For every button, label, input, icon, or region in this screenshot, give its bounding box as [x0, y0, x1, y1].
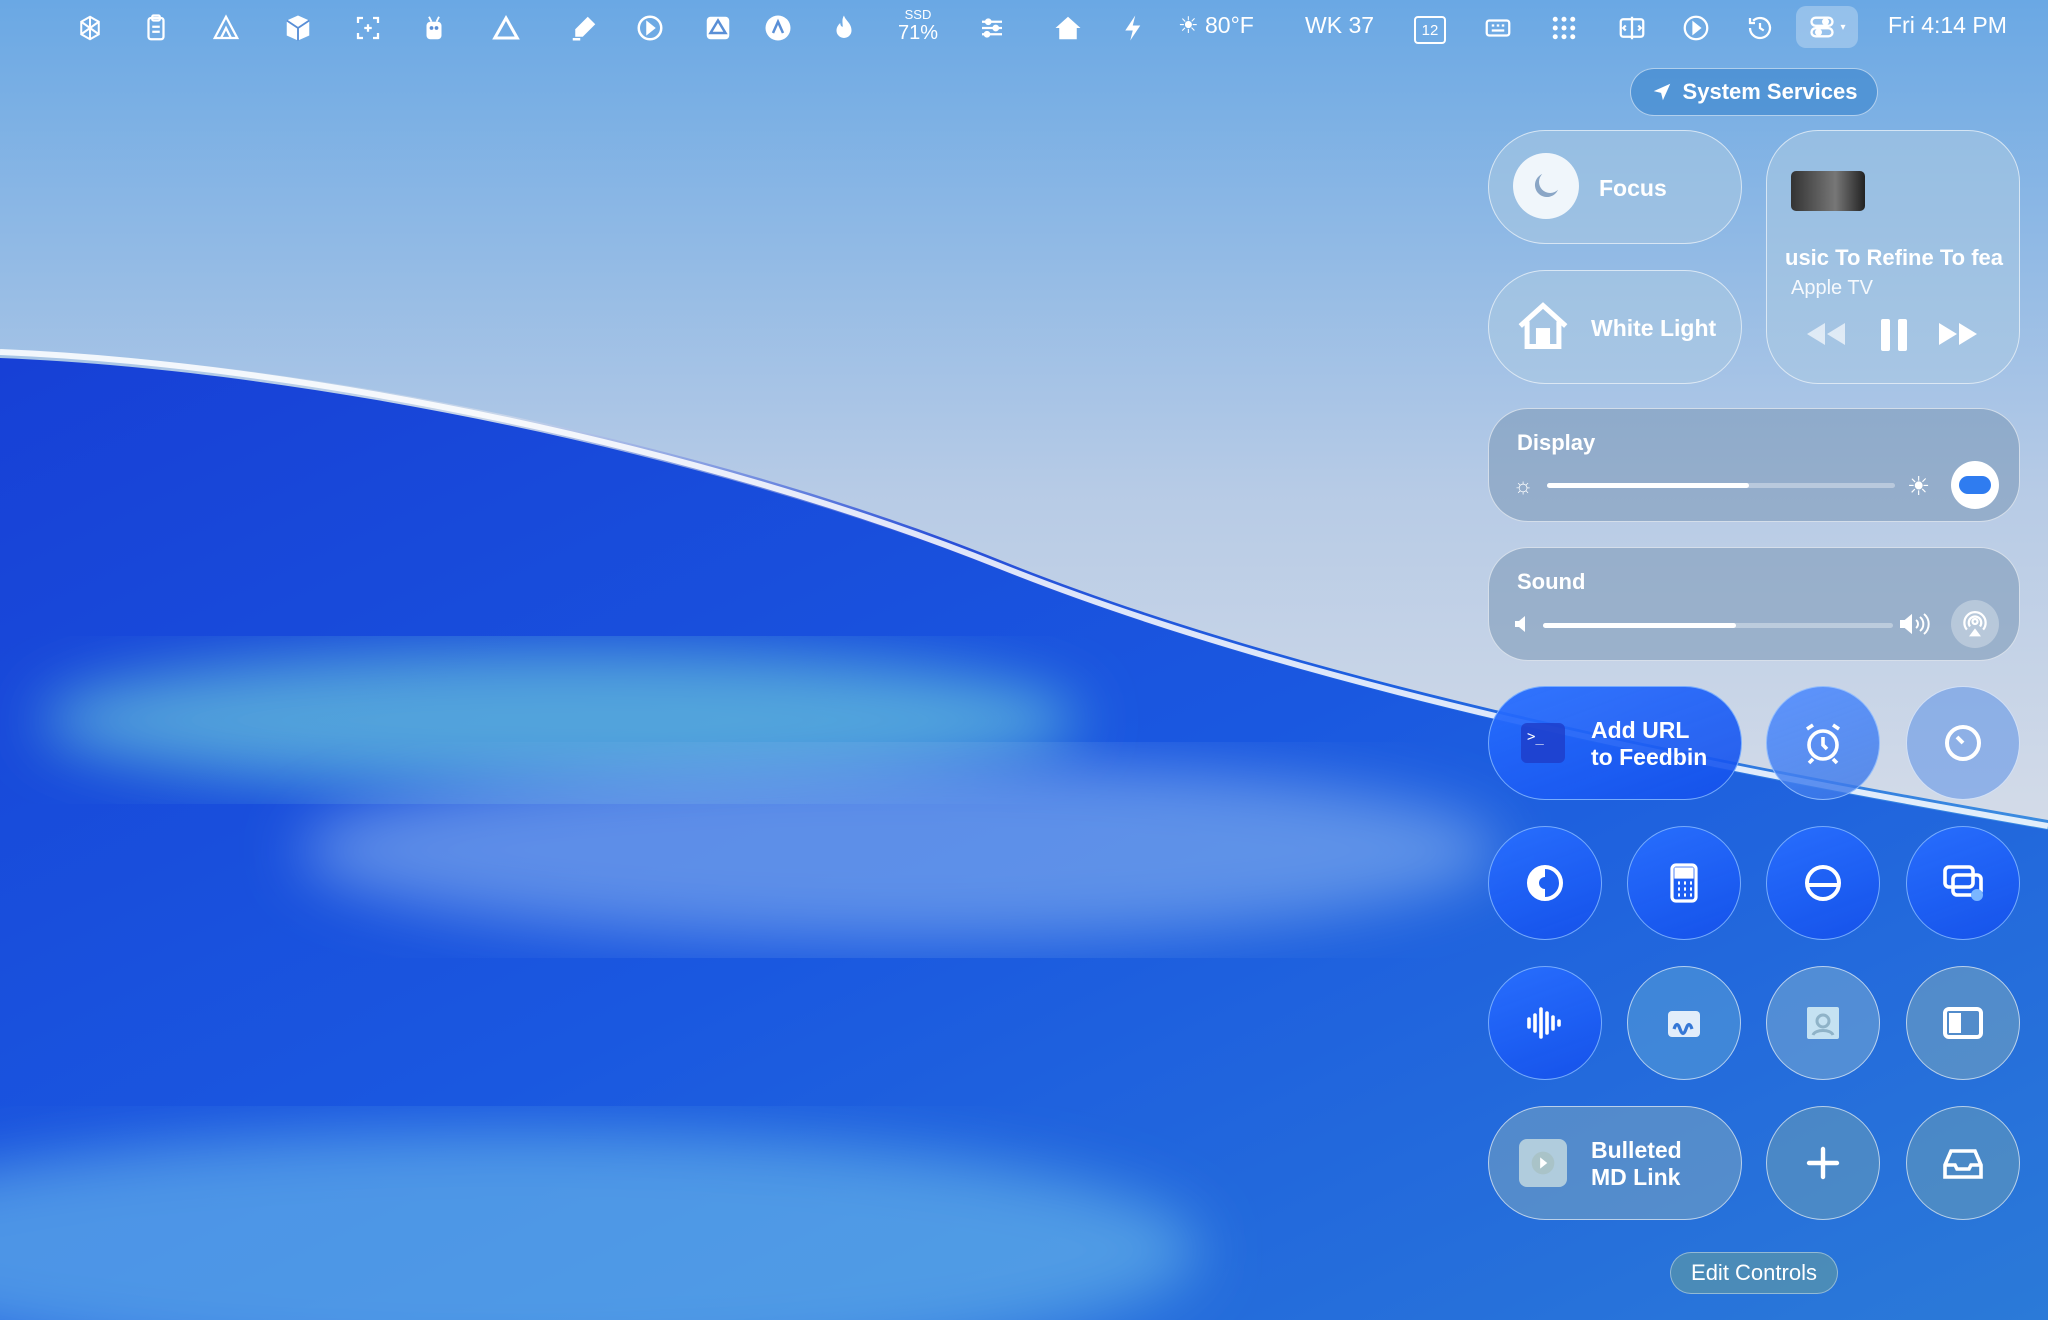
timer-button[interactable]: [1906, 686, 2020, 800]
now-playing-title: usic To Refine To fea: [1785, 245, 2003, 270]
inbox-tray-icon: [1907, 1107, 2019, 1219]
add-url-label: Add URL to Feedbin: [1591, 717, 1707, 771]
system-services-indicator[interactable]: System Services: [1630, 68, 1878, 116]
contact-button[interactable]: [1766, 966, 1880, 1080]
home-scene-tile[interactable]: White Light: [1488, 270, 1742, 384]
rewind-icon: [1807, 323, 1845, 345]
now-playing-tile[interactable]: usic To Refine To fea Apple TV: [1766, 130, 2020, 384]
alarm-clock-icon: [1767, 687, 1879, 799]
freeform-button[interactable]: [1627, 966, 1741, 1080]
sidebar-icon: [1907, 967, 2019, 1079]
edit-controls-label: Edit Controls: [1691, 1260, 1817, 1285]
freeform-icon: [1628, 967, 1740, 1079]
waveform-icon: [1489, 967, 1601, 1079]
brightness-slider-fill: [1547, 483, 1749, 488]
half-circle-icon: [1767, 827, 1879, 939]
screen-mirroring-button[interactable]: [1906, 826, 2020, 940]
focus-tile[interactable]: Focus: [1488, 130, 1742, 244]
display-settings-button[interactable]: [1951, 461, 1999, 509]
inbox-button[interactable]: [1906, 1106, 2020, 1220]
now-playing-source: Apple TV: [1791, 277, 1873, 299]
volume-slider-fill: [1543, 623, 1736, 628]
edit-controls-button[interactable]: Edit Controls: [1670, 1252, 1838, 1294]
brightness-high-icon: ☀: [1907, 471, 1931, 501]
brightness-slider[interactable]: [1547, 483, 1895, 488]
brightness-low-icon: ☼: [1513, 473, 1534, 498]
shortcut2-line1: Bulleted: [1591, 1137, 1682, 1163]
terminal-icon: >_: [1521, 723, 1565, 763]
calculator-button[interactable]: [1627, 826, 1741, 940]
voice-memo-button[interactable]: [1488, 966, 1602, 1080]
timer-icon: [1907, 687, 2019, 799]
fast-forward-icon: [1939, 323, 1977, 345]
airplay-audio-icon: [1963, 611, 1987, 637]
screen-settings-icon: [1907, 827, 2019, 939]
speaker-high-icon: [1899, 612, 1931, 641]
shortcut2-line2: MD Link: [1591, 1164, 1681, 1190]
display-label: Display: [1517, 430, 1596, 455]
calculator-icon: [1628, 827, 1740, 939]
display-tile: Display ☼ ☀: [1488, 408, 2020, 522]
contrast-icon: [1489, 827, 1601, 939]
pause-button[interactable]: [1879, 317, 1909, 358]
fast-forward-button[interactable]: [1937, 319, 1981, 354]
system-services-label: System Services: [1682, 79, 1858, 104]
sound-label: Sound: [1517, 569, 1586, 594]
shortcut-gear-icon: [1519, 1139, 1567, 1187]
display-toggle-icon: [1959, 476, 1991, 494]
sidebar-toggle-button[interactable]: [1906, 966, 2020, 1080]
album-artwork[interactable]: [1791, 171, 1865, 211]
shortcut1-line2: to Feedbin: [1591, 744, 1708, 770]
rewind-button[interactable]: [1803, 319, 1847, 354]
contact-card-icon: [1767, 967, 1879, 1079]
volume-slider[interactable]: [1543, 623, 1893, 628]
bulleted-md-link-shortcut[interactable]: Bulleted MD Link: [1488, 1106, 1742, 1220]
sound-tile: Sound: [1488, 547, 2020, 661]
shortcut1-line1: Add URL: [1591, 717, 1690, 743]
plus-icon: [1767, 1107, 1879, 1219]
focus-label: Focus: [1599, 175, 1667, 201]
stage-manager-button[interactable]: [1766, 826, 1880, 940]
alarm-button[interactable]: [1766, 686, 1880, 800]
home-scene-label: White Light: [1591, 315, 1717, 341]
dark-mode-button[interactable]: [1488, 826, 1602, 940]
moon-icon: [1513, 153, 1579, 219]
airplay-audio-button[interactable]: [1951, 600, 1999, 648]
bulleted-md-label: Bulleted MD Link: [1591, 1137, 1682, 1191]
control-center-panel: System Services Focus White Light usic T…: [0, 0, 2048, 1320]
location-arrow-icon: [1653, 83, 1670, 101]
house-icon: [1515, 301, 1571, 356]
speaker-low-icon: [1513, 614, 1531, 639]
pause-icon: [1881, 319, 1907, 351]
add-url-feedbin-shortcut[interactable]: >_ Add URL to Feedbin: [1488, 686, 1742, 800]
add-control-button[interactable]: [1766, 1106, 1880, 1220]
